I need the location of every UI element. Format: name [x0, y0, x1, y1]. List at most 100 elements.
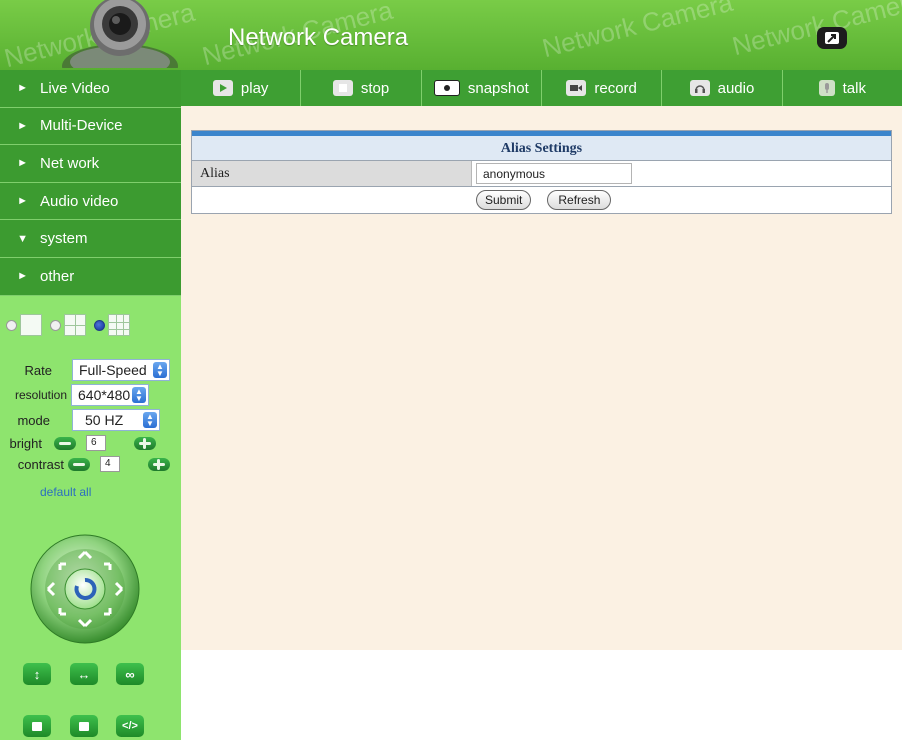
table-row: Submit Refresh	[192, 187, 891, 213]
layout-selector	[6, 314, 130, 336]
record-button[interactable]: record	[540, 70, 661, 106]
sidebar-item-live-video[interactable]: ► Live Video	[0, 70, 181, 108]
sidebar-item-label: Audio video	[40, 192, 119, 210]
bright-value[interactable]: 6	[86, 435, 106, 451]
audio-button[interactable]: audio	[661, 70, 781, 106]
play-icon	[212, 80, 233, 96]
talk-button[interactable]: talk	[781, 70, 902, 106]
mode-value: 50 HZ	[85, 412, 124, 428]
select-arrows-icon: ▲ ▼	[143, 412, 157, 428]
default-all-link[interactable]: default all	[40, 485, 91, 499]
camera-logo	[62, 0, 178, 68]
rate-value: Full-Speed	[79, 362, 147, 378]
sidebar-item-label: system	[40, 230, 88, 248]
sidebar-item-label: Live Video	[40, 79, 110, 97]
vertical-arrows-icon: ↕	[33, 666, 41, 682]
audio-icon	[689, 80, 710, 96]
select-arrows-icon: ▲ ▼	[132, 387, 146, 403]
contrast-decrease-button[interactable]	[68, 457, 90, 471]
chevron-right-icon: ►	[17, 195, 28, 208]
rate-label: Rate	[24, 362, 52, 378]
quad-view-icon	[64, 314, 86, 336]
audio-label: audio	[717, 79, 755, 97]
sidebar-item-network[interactable]: ► Net work	[0, 145, 181, 183]
submit-button[interactable]: Submit	[476, 190, 532, 210]
resolution-select[interactable]: 640*480 ▲ ▼	[71, 384, 149, 406]
alias-value-cell	[472, 161, 891, 186]
actions-cell: Submit Refresh	[192, 187, 891, 213]
resolution-value: 640*480	[78, 387, 131, 403]
stop-icon	[332, 80, 353, 96]
record-label: record	[594, 79, 637, 97]
sidebar-item-label: other	[40, 267, 75, 285]
sidebar-item-other[interactable]: ► other	[0, 258, 181, 296]
talk-icon	[818, 80, 835, 96]
infinity-icon: ∞	[125, 666, 135, 682]
sidebar-item-label: Net work	[40, 154, 100, 172]
ptz-control-pad[interactable]	[30, 534, 140, 644]
main-content: Alias Settings Alias Submit Refresh	[181, 106, 902, 650]
snapshot-button[interactable]: snapshot	[420, 70, 541, 106]
refresh-button[interactable]: Refresh	[547, 190, 612, 210]
fullscreen-button[interactable]	[817, 27, 847, 49]
snapshot-icon	[433, 80, 460, 96]
talk-label: talk	[842, 79, 866, 97]
mode-row: mode 50 HZ ▲ ▼	[0, 409, 160, 431]
rate-row: Rate Full-Speed ▲ ▼	[0, 359, 170, 381]
alias-input[interactable]	[476, 163, 632, 184]
io-toggle-button[interactable]: </>	[116, 715, 144, 737]
play-label: play	[240, 79, 269, 97]
alias-label: Alias	[192, 161, 472, 186]
chevron-down-icon: ▼	[17, 232, 28, 245]
sidebar-item-multi-device[interactable]: ► Multi-Device	[0, 108, 181, 146]
watermark-text: Network Camera	[539, 0, 736, 64]
nine-view-icon	[108, 314, 130, 336]
layout-radio-9[interactable]	[94, 319, 105, 331]
sidebar-item-label: Multi-Device	[40, 117, 123, 135]
contrast-row: contrast 4	[0, 456, 170, 472]
contrast-label: contrast	[17, 456, 64, 472]
header-banner: Network Camera Network Camera Network Ca…	[0, 0, 902, 70]
patrol-loop-button[interactable]: ∞	[116, 663, 144, 685]
stop-square-icon	[32, 721, 42, 731]
stop-horizontal-button[interactable]	[70, 715, 98, 737]
bright-decrease-button[interactable]	[54, 436, 76, 450]
horizontal-patrol-button[interactable]: ↔	[70, 663, 98, 685]
chevron-right-icon: ►	[17, 82, 28, 95]
record-icon	[566, 80, 587, 96]
mode-select[interactable]: 50 HZ ▲ ▼	[72, 409, 160, 431]
contrast-increase-button[interactable]	[148, 457, 170, 471]
select-arrows-icon: ▲ ▼	[153, 362, 167, 378]
toolbar: play stop snapshot record audio talk	[181, 70, 902, 106]
single-view-icon	[20, 314, 42, 336]
sidebar-item-system[interactable]: ▼ system	[0, 220, 181, 258]
horizontal-arrows-icon: ↔	[77, 666, 91, 682]
alias-settings-table: Alias Settings Alias Submit Refresh	[191, 130, 892, 214]
stop-vertical-button[interactable]	[23, 715, 51, 737]
vertical-patrol-button[interactable]: ↕	[23, 663, 51, 685]
mode-label: mode	[17, 412, 50, 428]
watermark-text: Network Camera	[729, 0, 902, 62]
bright-row: bright 6	[0, 435, 156, 451]
app-title: Network Camera	[228, 24, 409, 51]
bright-increase-button[interactable]	[134, 436, 156, 450]
sidebar-nav: ► Live Video ► Multi-Device ► Net work ►…	[0, 70, 181, 296]
table-row: Alias	[192, 161, 891, 187]
chevron-right-icon: ►	[17, 119, 28, 132]
layout-radio-1[interactable]	[6, 319, 17, 331]
stop-button[interactable]: stop	[300, 70, 420, 106]
panel-title: Alias Settings	[192, 131, 891, 160]
sidebar-item-audio-video[interactable]: ► Audio video	[0, 183, 181, 221]
layout-radio-4[interactable]	[50, 319, 61, 331]
chevron-right-icon: ►	[17, 270, 28, 283]
fullscreen-icon	[825, 32, 839, 44]
play-button[interactable]: play	[181, 70, 300, 106]
snapshot-label: snapshot	[467, 79, 529, 97]
code-icon: </>	[122, 719, 138, 732]
stop-square-icon	[79, 721, 89, 731]
contrast-value[interactable]: 4	[100, 456, 120, 472]
stop-label: stop	[360, 79, 390, 97]
table-header: Alias Settings	[192, 131, 891, 161]
rate-select[interactable]: Full-Speed ▲ ▼	[72, 359, 170, 381]
chevron-right-icon: ►	[17, 157, 28, 170]
